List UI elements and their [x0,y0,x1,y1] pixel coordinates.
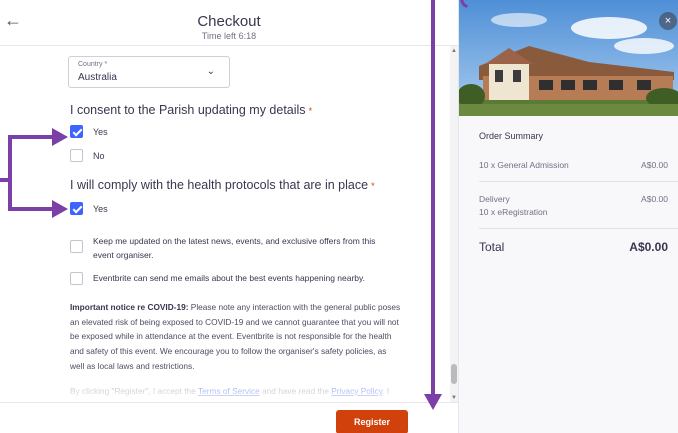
eventbrite-emails-label[interactable]: Eventbrite can send me emails about the … [93,271,393,285]
order-summary-title: Order Summary [479,131,544,141]
consent-no-checkbox[interactable] [70,149,83,162]
organiser-updates-label[interactable]: Keep me updated on the latest news, even… [93,234,383,262]
health-yes-label[interactable]: Yes [93,204,108,214]
summary-divider [479,181,678,182]
required-mark: * [308,106,313,116]
chevron-down-icon: ⌄ [206,66,215,77]
covid-notice: Important notice re COVID-19: Please not… [70,300,402,374]
country-select[interactable]: Country * Australia ⌄ [68,56,230,88]
scroll-thumb[interactable] [451,364,457,384]
country-label: Country * [78,61,108,68]
checkout-footer: Register [0,402,458,433]
register-button[interactable]: Register [336,410,408,433]
consent-question: I consent to the Parish updating my deta… [70,103,312,117]
scroll-down-icon[interactable]: ▼ [451,395,457,401]
privacy-policy-link[interactable]: Privacy Policy [331,386,382,396]
summary-divider [479,228,678,229]
total-label: Total [479,240,505,254]
terms-middle: and have read the [259,386,332,396]
delivery-sublabel: 10 x eRegistration [479,207,548,217]
form-scrollbar[interactable]: ▲ ▼ [450,46,458,403]
scroll-up-icon[interactable]: ▲ [451,48,457,54]
time-left-label: Time left 6:18 [201,31,257,41]
health-question-text: I will comply with the health protocols … [70,178,369,192]
close-icon[interactable]: × [659,12,677,30]
terms-suffix: . I [382,386,390,396]
delivery-amount: A$0.00 [641,194,668,204]
consent-no-label[interactable]: No [93,151,105,161]
terms-prefix: By clicking "Register", I accept the [70,386,198,396]
line-item-amount: A$0.00 [641,160,668,170]
consent-yes-checkbox[interactable] [70,125,83,138]
consent-question-text: I consent to the Parish updating my deta… [70,103,306,117]
page-title: Checkout [197,13,261,30]
event-photo-illustration [459,0,678,116]
registration-form: Country * Australia ⌄ I consent to the P… [0,47,450,402]
eventbrite-emails-checkbox[interactable] [70,272,83,285]
order-summary-panel: × Order Summary 10 x General Admission A… [458,0,678,433]
total-amount: A$0.00 [629,240,668,254]
health-yes-checkbox[interactable] [70,202,83,215]
country-value: Australia [78,72,117,83]
checkout-header: ← Checkout Time left 6:18 [0,0,458,46]
required-mark: * [371,181,375,191]
terms-text: By clicking "Register", I accept the Ter… [70,384,402,398]
health-question: I will comply with the health protocols … [70,178,375,192]
terms-of-service-link[interactable]: Terms of Service [198,386,260,396]
line-item-label: 10 x General Admission [479,160,569,170]
notice-body: Please note any interaction with the gen… [70,302,401,371]
checkout-window: ← Checkout Time left 6:18 Country * Aust… [0,0,678,433]
event-image: × [459,0,678,116]
notice-heading: Important notice re COVID-19: [70,302,189,312]
delivery-label: Delivery [479,194,510,204]
organiser-updates-checkbox[interactable] [70,240,83,253]
consent-yes-label[interactable]: Yes [93,127,108,137]
